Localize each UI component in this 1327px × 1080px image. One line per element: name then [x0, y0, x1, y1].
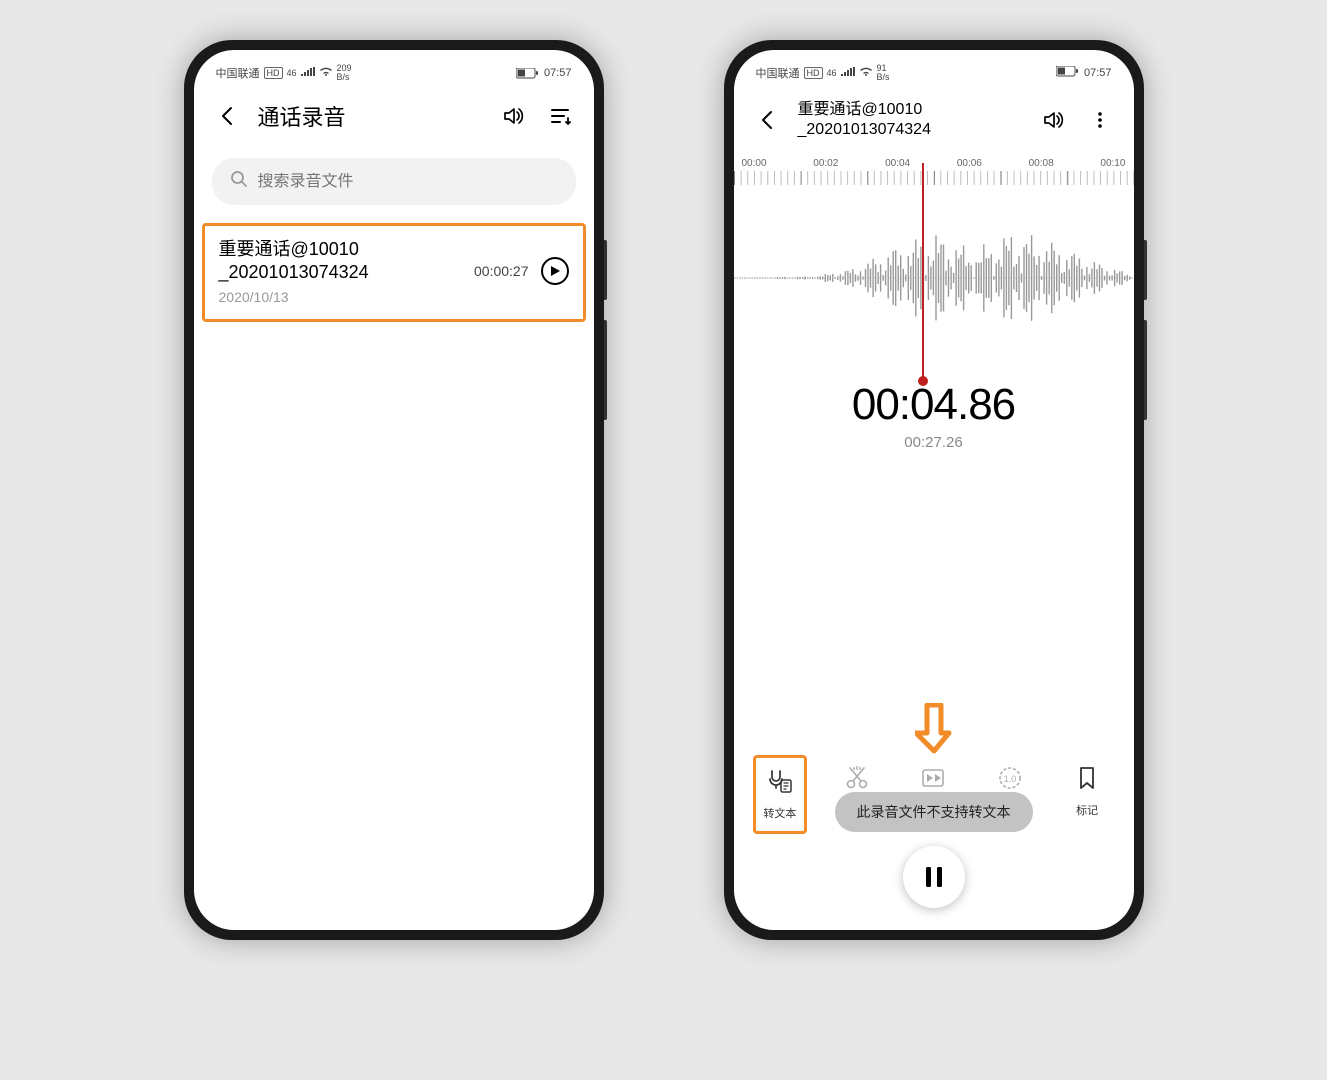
time-display: 00:04.86 00:27.26: [734, 380, 1134, 451]
current-time-label: 00:04.86: [734, 380, 1134, 430]
total-time-label: 00:27.26: [734, 434, 1134, 451]
ruler-tick-label: 00:06: [957, 158, 982, 169]
play-button[interactable]: [541, 257, 569, 285]
wifi-icon: [859, 67, 873, 80]
status-time: 07:57: [1084, 67, 1112, 79]
playhead-indicator[interactable]: [922, 163, 924, 382]
ruler-tick-label: 00:02: [813, 158, 838, 169]
bookmark-icon: [1074, 765, 1100, 796]
ruler-tick-label: 00:00: [742, 158, 767, 169]
phone-frame-right: 中国联通 HD 46 91 B/s 07:57: [724, 40, 1144, 940]
ruler-tick-label: 00:08: [1029, 158, 1054, 169]
app-header: 重要通话@10010 _20201013074324: [734, 88, 1134, 152]
speaker-button[interactable]: [498, 100, 530, 132]
waveform-icon: [734, 208, 1134, 348]
recording-date: 2020/10/13: [219, 289, 463, 305]
ruler-tick-label: 00:10: [1100, 158, 1125, 169]
transcribe-button[interactable]: 转文本: [753, 755, 807, 834]
ruler-tick-label: 00:04: [885, 158, 910, 169]
search-box[interactable]: [212, 158, 576, 205]
timeline-ruler[interactable]: 00:00 00:02 00:04 00:06 00:08 00:10: [734, 152, 1134, 185]
carrier-label: 中国联通: [756, 65, 800, 81]
phone-frame-left: 中国联通 HD 46 209 B/s 07:57: [184, 40, 604, 940]
waveform-area[interactable]: [734, 185, 1134, 370]
toast-message: 此录音文件不支持转文本: [835, 792, 1033, 832]
status-bar: 中国联通 HD 46 91 B/s 07:57: [734, 50, 1134, 88]
bottom-toolbar: 转文本 1.0: [734, 755, 1134, 834]
wifi-icon: [319, 67, 333, 80]
battery-icon: [1056, 66, 1078, 80]
transcribe-label: 转文本: [763, 805, 796, 821]
page-title-line1: 重要通话@10010: [798, 101, 923, 118]
recording-list-item[interactable]: 重要通话@10010 _20201013074324 2020/10/13 00…: [219, 238, 569, 305]
phone-screen-left: 中国联通 HD 46 209 B/s 07:57: [194, 50, 594, 930]
recording-duration: 00:00:27: [474, 263, 529, 279]
sort-button[interactable]: [544, 100, 576, 132]
hd-badge: HD: [264, 67, 283, 79]
app-header: 通话录音: [194, 88, 594, 144]
status-time: 07:57: [544, 67, 572, 79]
page-title: 通话录音: [258, 100, 484, 132]
phone-screen-right: 中国联通 HD 46 91 B/s 07:57: [734, 50, 1134, 930]
search-icon: [230, 170, 248, 193]
net-speed-unit: B/s: [337, 72, 350, 82]
transcribe-icon: [767, 768, 793, 799]
carrier-label: 中国联通: [216, 65, 260, 81]
recording-title-line1: 重要通话@10010: [219, 239, 359, 259]
pause-button[interactable]: [903, 846, 965, 908]
speaker-button[interactable]: [1038, 104, 1070, 136]
signal-gen-label: 46: [827, 68, 837, 78]
signal-icon: [301, 67, 315, 80]
highlight-box-recording: 重要通话@10010 _20201013074324 2020/10/13 00…: [202, 223, 586, 322]
recording-title-line2: _20201013074324: [219, 262, 369, 282]
arrow-down-icon: [915, 703, 953, 760]
signal-gen-label: 46: [287, 68, 297, 78]
search-input[interactable]: [258, 173, 558, 191]
more-button[interactable]: [1084, 104, 1116, 136]
svg-text:1.0: 1.0: [1004, 774, 1017, 784]
net-speed-unit: B/s: [877, 72, 890, 82]
hd-badge: HD: [804, 67, 823, 79]
bookmark-button[interactable]: 标记: [1060, 755, 1114, 834]
back-button[interactable]: [212, 100, 244, 132]
bookmark-label: 标记: [1076, 802, 1098, 818]
page-title-line2: _20201013074324: [798, 121, 931, 138]
battery-icon: [516, 68, 538, 79]
status-bar: 中国联通 HD 46 209 B/s 07:57: [194, 50, 594, 88]
signal-icon: [841, 67, 855, 80]
back-button[interactable]: [752, 104, 784, 136]
pause-icon: [924, 865, 944, 889]
page-title: 重要通话@10010 _20201013074324: [798, 100, 1024, 140]
